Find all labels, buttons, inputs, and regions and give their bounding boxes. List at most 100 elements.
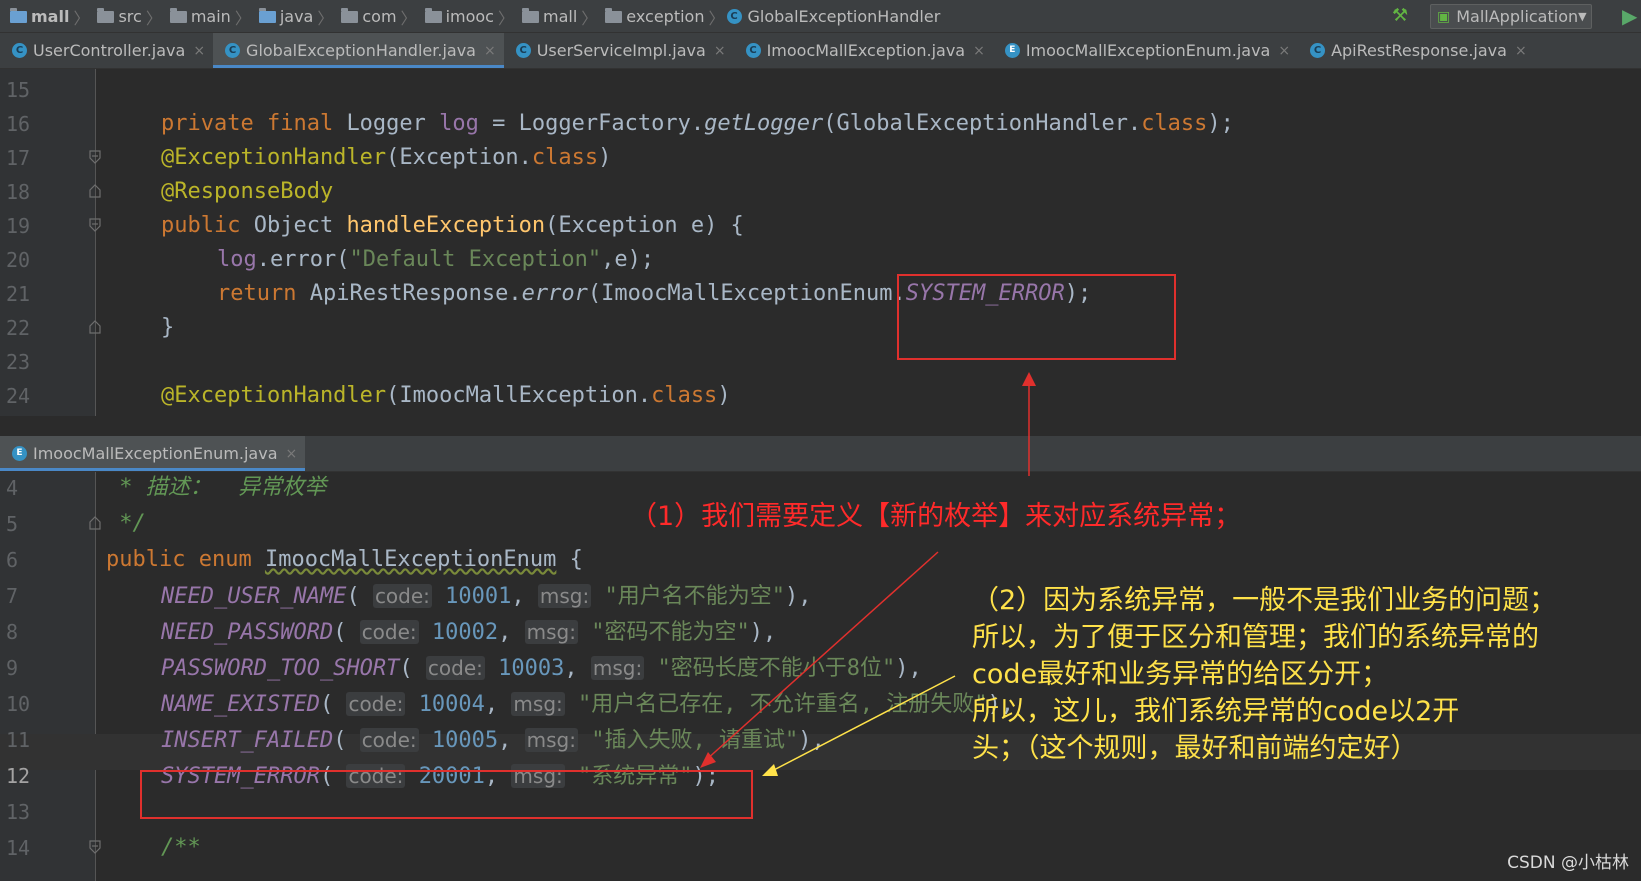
run-configuration-label: MallApplication [1456, 7, 1579, 26]
tab-user-service-impl[interactable]: C UserServiceImpl.java × [504, 33, 734, 68]
breadcrumb-item[interactable]: src [91, 7, 142, 26]
folder-icon [341, 7, 359, 23]
breadcrumb: mall 〉 src 〉 main 〉 java 〉 com 〉 imooc 〉… [4, 0, 940, 33]
watermark: CSDN @小枯林 [1507, 853, 1629, 873]
breadcrumb-item[interactable]: C GlobalExceptionHandler [726, 7, 940, 26]
close-icon[interactable]: × [1515, 43, 1527, 59]
highlight-box-system-error-usage [897, 274, 1176, 360]
code-line: 21 return ApiRestResponse.error(ImoocMal… [0, 276, 1641, 312]
class-icon: C [1310, 43, 1326, 58]
run-configuration-select[interactable]: ▣ MallApplication ▼ [1430, 4, 1592, 29]
line-number: 24 [6, 384, 31, 408]
breadcrumb-item[interactable]: main [164, 7, 231, 26]
folder-icon [10, 7, 27, 23]
class-icon: C [225, 43, 241, 58]
tab-imooc-mall-exception-enum[interactable]: E ImoocMallExceptionEnum.java × [993, 33, 1298, 68]
annotation-note-1: （1）我们需要定义【新的枚举】来对应系统异常； [630, 501, 1242, 532]
folder-icon [258, 7, 276, 23]
run-play-icon[interactable]: ▶ [1622, 4, 1637, 28]
line-number: 16 [6, 112, 31, 136]
editor-tabs: C UserController.java × C GlobalExceptionHa… [0, 33, 1641, 69]
line-number: 10 [6, 692, 31, 716]
chevron-right-icon: 〉 [708, 8, 725, 28]
close-icon[interactable]: × [1278, 43, 1290, 59]
breadcrumb-item[interactable]: mall [516, 7, 577, 26]
close-icon[interactable]: × [973, 43, 985, 59]
close-icon[interactable]: × [714, 43, 726, 59]
close-icon[interactable]: × [286, 446, 298, 462]
fold-icon[interactable] [89, 840, 101, 854]
line-number: 7 [6, 584, 19, 608]
line-number: 6 [6, 548, 19, 572]
breadcrumb-item[interactable]: com [335, 7, 397, 26]
class-icon: C [12, 43, 27, 58]
fold-icon[interactable] [89, 150, 101, 164]
navigation-bar: mall 〉 src 〉 main 〉 java 〉 com 〉 imooc 〉… [0, 0, 1641, 33]
chevron-right-icon: 〉 [234, 8, 251, 28]
line-number: 21 [6, 282, 31, 306]
folder-icon [169, 7, 187, 23]
line-number: 22 [6, 316, 31, 340]
line-number: 8 [6, 620, 19, 644]
fold-end-icon[interactable] [89, 184, 101, 198]
tab-global-exception-handler[interactable]: C GlobalExceptionHandler.java × [213, 33, 504, 68]
breadcrumb-item[interactable]: exception [599, 7, 704, 26]
highlight-box-system-error-enum [140, 770, 753, 819]
chevron-right-icon: 〉 [317, 8, 334, 28]
line-number: 11 [6, 728, 31, 752]
tab-user-controller[interactable]: C UserController.java × [0, 33, 213, 68]
tab-imooc-mall-exception[interactable]: C ImoocMallException.java × [734, 33, 993, 68]
code-line: 24 @ExceptionHandler(ImoocMallException.… [0, 378, 1641, 414]
close-icon[interactable]: × [193, 43, 205, 59]
code-line: 19 public Object handleException(Excepti… [0, 208, 1641, 244]
fold-end-icon[interactable] [89, 320, 101, 334]
top-code-editor[interactable]: 15 16 private final Logger log = LoggerF… [0, 69, 1641, 416]
line-number: 4 [6, 476, 19, 500]
line-number: 5 [6, 512, 19, 536]
code-line: 22 } [0, 310, 1641, 346]
line-number: 9 [6, 656, 19, 680]
line-number: 13 [6, 800, 31, 824]
breadcrumb-item[interactable]: mall [4, 7, 69, 26]
line-number: 20 [6, 248, 31, 272]
fold-icon[interactable] [89, 218, 101, 232]
chevron-right-icon: 〉 [497, 8, 514, 28]
fold-end-icon[interactable] [89, 516, 101, 530]
chevron-right-icon: 〉 [73, 8, 90, 28]
line-number: 19 [6, 214, 31, 238]
class-icon: C [726, 9, 742, 24]
pane-divider [0, 416, 1641, 436]
chevron-right-icon: 〉 [145, 8, 162, 28]
class-icon: C [515, 43, 531, 58]
code-line: 15 [0, 72, 1641, 108]
line-number: 17 [6, 146, 31, 170]
folder-icon [424, 7, 442, 23]
enum-icon: E [12, 446, 27, 461]
build-hammer-icon[interactable]: ⚒ [1392, 5, 1408, 26]
code-line: 6 public enum ImoocMallExceptionEnum { [0, 542, 1641, 578]
line-number: 15 [6, 78, 31, 102]
chevron-right-icon: 〉 [581, 8, 598, 28]
line-number: 14 [6, 836, 31, 860]
code-line: 16 private final Logger log = LoggerFact… [0, 106, 1641, 142]
chevron-right-icon: 〉 [400, 8, 417, 28]
breadcrumb-item[interactable]: imooc [419, 7, 494, 26]
bottom-editor-tabs: E ImoocMallExceptionEnum.java × [0, 436, 1641, 472]
folder-icon [97, 7, 115, 23]
enum-icon: E [1004, 43, 1020, 58]
tab-imooc-mall-exception-enum-bottom[interactable]: E ImoocMallExceptionEnum.java × [0, 436, 306, 471]
folder-icon [521, 7, 539, 23]
folder-icon [605, 7, 623, 23]
code-line: 14 /** [0, 830, 1641, 866]
application-icon: ▣ [1437, 8, 1451, 25]
breadcrumb-item[interactable]: java [253, 7, 313, 26]
line-number: 23 [6, 350, 31, 374]
code-line: 18 @ResponseBody [0, 174, 1641, 210]
code-line: 20 log.error("Default Exception",e); [0, 242, 1641, 278]
annotation-note-2: （2）因为系统异常，一般不是我们业务的问题； 所以，为了便于区分和管理；我们的系… [972, 585, 1557, 764]
tab-api-rest-response[interactable]: C ApiRestResponse.java × [1298, 33, 1535, 68]
chevron-down-icon: ▼ [1578, 10, 1587, 23]
close-icon[interactable]: × [484, 43, 496, 59]
code-line: 23 [0, 344, 1641, 380]
line-number: 18 [6, 180, 31, 204]
